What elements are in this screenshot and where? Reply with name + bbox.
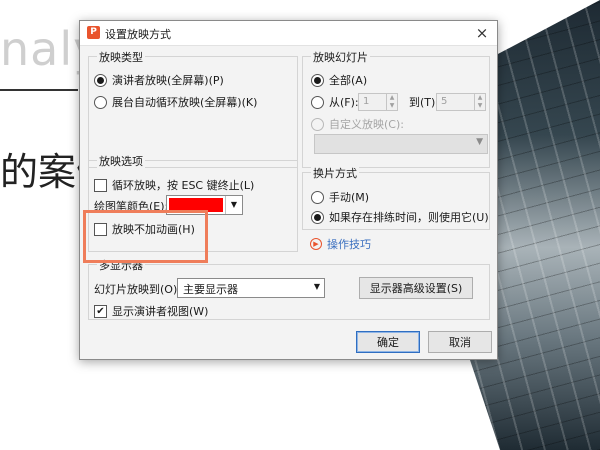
operation-tips-label: 操作技巧	[327, 238, 371, 251]
advance-slides-legend: 换片方式	[311, 165, 359, 181]
manual-advance-option[interactable]: 手动(M)	[311, 189, 369, 205]
loop-option[interactable]: 循环放映，按 ESC 键终止(L)	[94, 177, 254, 193]
to-slide-spinner[interactable]: 5 ▲ ▼	[436, 93, 486, 111]
dialog-title: 设置放映方式	[105, 28, 171, 41]
chevron-down-icon: ▼	[476, 137, 483, 147]
presenter-view-checkbox[interactable]: ✔	[94, 304, 107, 318]
manual-advance-radio[interactable]	[311, 190, 324, 204]
presenter-mode-label: 演讲者放映(全屏幕)(P)	[112, 74, 224, 87]
all-slides-option[interactable]: 全部(A)	[311, 72, 367, 88]
presenter-mode-radio[interactable]	[94, 73, 107, 87]
presenter-view-option[interactable]: ✔ 显示演讲者视图(W)	[94, 303, 208, 319]
pen-color-row: 绘图笔颜色(E):	[94, 198, 168, 214]
custom-show-select: ▼	[314, 134, 488, 154]
spinner-arrows-icon[interactable]: ▲ ▼	[474, 94, 485, 110]
show-on-row: 幻灯片放映到(O):	[94, 281, 181, 297]
custom-show-option: 自定义放映(C):	[311, 116, 404, 132]
dialog-titlebar[interactable]: P 设置放映方式 ×	[80, 21, 497, 46]
from-label: 从(F):	[329, 96, 359, 109]
show-options-legend: 放映选项	[97, 153, 145, 169]
to-slide-value: 5	[441, 96, 448, 107]
pen-color-swatch	[169, 198, 223, 212]
use-timings-option[interactable]: 如果存在排练时间，则使用它(U)	[311, 209, 489, 225]
use-timings-label: 如果存在排练时间，则使用它(U)	[329, 211, 489, 224]
presentation-app-icon: P	[87, 26, 100, 39]
chevron-down-icon[interactable]: ▼	[225, 196, 242, 214]
from-slide-spinner[interactable]: 1 ▲ ▼	[358, 93, 398, 111]
monitor-advanced-settings-button[interactable]: 显示器高级设置(S)	[359, 277, 473, 299]
monitor-select[interactable]: 主要显示器 ▼	[177, 278, 325, 298]
slide-show-settings-dialog: P 设置放映方式 × 放映类型 演讲者放映(全屏幕)(P) 展台自动循环放映(全…	[79, 20, 498, 360]
multi-monitor-legend: 多显示器	[97, 257, 145, 273]
spinner-arrows-icon[interactable]: ▲ ▼	[386, 94, 397, 110]
slide-range-radio[interactable]	[311, 95, 324, 109]
play-icon: ▶	[310, 238, 322, 250]
kiosk-mode-option[interactable]: 展台自动循环放映(全屏幕)(K)	[94, 94, 257, 110]
slide-divider	[0, 89, 78, 91]
all-slides-radio[interactable]	[311, 73, 324, 87]
ok-button[interactable]: 确定	[356, 331, 420, 353]
pen-color-picker[interactable]: ▼	[166, 195, 243, 215]
from-slide-value: 1	[363, 96, 370, 107]
no-animation-option[interactable]: 放映不加动画(H)	[94, 221, 195, 237]
to-label-row: 到(T):	[409, 94, 439, 110]
monitor-select-value: 主要显示器	[183, 283, 238, 296]
cancel-button[interactable]: 取消	[428, 331, 492, 353]
kiosk-mode-radio[interactable]	[94, 95, 107, 109]
custom-show-label: 自定义放映(C):	[329, 118, 404, 131]
slide-range-option[interactable]: 从(F):	[311, 94, 359, 110]
presenter-view-label: 显示演讲者视图(W)	[112, 305, 209, 318]
use-timings-radio[interactable]	[311, 210, 324, 224]
presenter-mode-option[interactable]: 演讲者放映(全屏幕)(P)	[94, 72, 224, 88]
no-animation-checkbox[interactable]	[94, 222, 107, 236]
to-label: 到(T):	[409, 96, 440, 109]
show-type-legend: 放映类型	[97, 49, 145, 65]
show-on-label: 幻灯片放映到(O):	[94, 283, 181, 296]
kiosk-mode-label: 展台自动循环放映(全屏幕)(K)	[112, 96, 258, 109]
custom-show-radio	[311, 117, 324, 131]
pen-color-label: 绘图笔颜色(E):	[94, 200, 169, 213]
all-slides-label: 全部(A)	[329, 74, 368, 87]
show-slides-legend: 放映幻灯片	[311, 49, 370, 65]
loop-checkbox[interactable]	[94, 178, 107, 192]
operation-tips-link[interactable]: ▶ 操作技巧	[310, 236, 371, 252]
close-icon[interactable]: ×	[473, 24, 491, 42]
manual-advance-label: 手动(M)	[329, 191, 370, 204]
chevron-down-icon: ▼	[313, 282, 320, 291]
no-animation-label: 放映不加动画(H)	[112, 223, 195, 236]
loop-label: 循环放映，按 ESC 键终止(L)	[112, 179, 255, 192]
